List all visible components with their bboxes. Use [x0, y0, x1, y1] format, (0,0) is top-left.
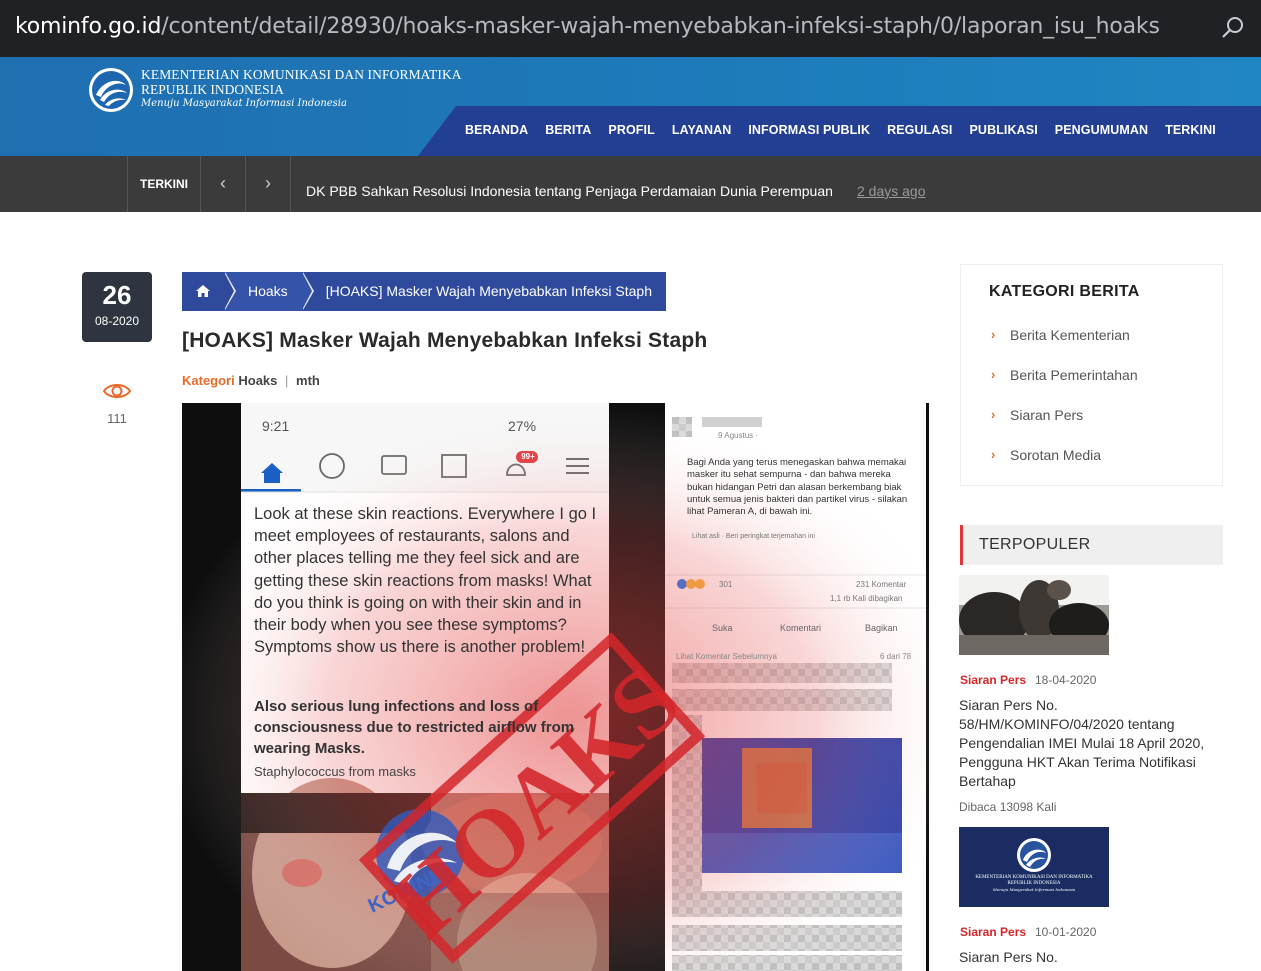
breadcrumb-arrow: [301, 272, 312, 310]
meta-separator: |: [285, 373, 289, 388]
nav-layanan[interactable]: LAYANAN: [672, 123, 732, 137]
nav-publikasi[interactable]: PUBLIKASI: [970, 123, 1038, 137]
eye-icon: [102, 384, 132, 398]
category-item-label: Siaran Pers: [1010, 407, 1084, 423]
ticker-prev-button[interactable]: ‹: [201, 156, 246, 212]
ticker-next-button[interactable]: ›: [246, 156, 291, 212]
breadcrumb-current-label: [HOAKS] Masker Wajah Menyebabkan Infeksi…: [325, 283, 652, 299]
chevron-right-icon: ›: [991, 447, 996, 462]
category-item-label: Berita Kementerian: [1010, 327, 1130, 343]
nav-profil[interactable]: PROFIL: [608, 123, 654, 137]
fb-date: 9 Agustus ·: [718, 431, 759, 440]
fb-comment-count: 231 Komentar: [856, 580, 907, 589]
chevron-right-icon: ›: [991, 327, 996, 342]
article-image[interactable]: KOMINFO HOAKS 9:21 27% 99+ Look at these…: [182, 403, 929, 971]
popular-image-2: [959, 827, 1109, 907]
notification-badge: 99+: [521, 452, 535, 461]
breadcrumb: Hoaks [HOAKS] Masker Wajah Menyebabkan I…: [182, 272, 666, 311]
popular-title: TERPOPULER: [979, 536, 1091, 553]
nav-informasi-publik[interactable]: INFORMASI PUBLIK: [748, 123, 870, 137]
article-day: 26: [102, 280, 132, 310]
fb-comment-button: Komentari: [780, 623, 822, 633]
view-count: 111: [107, 411, 127, 426]
breadcrumb-home[interactable]: [182, 272, 236, 311]
category-label: Kategori: [182, 373, 235, 388]
kominfo-logo-icon[interactable]: [88, 67, 134, 113]
popular-2-title[interactable]: Siaran Pers No.: [959, 948, 1221, 967]
article-title: [HOAKS] Masker Wajah Menyebabkan Infeksi…: [182, 329, 708, 352]
category-item-label: Berita Pemerintahan: [1010, 367, 1138, 383]
category-item-berita-kementerian[interactable]: › Berita Kementerian: [991, 327, 1138, 367]
ticker-time-ago: 2 days ago: [857, 183, 926, 199]
thumb-brand-line-1: KEMENTERIAN KOMUNIKASI DAN INFORMATIKA: [975, 875, 1093, 880]
category-title: KATEGORI BERITA: [989, 283, 1140, 300]
popular-2-date: 10-01-2020: [1035, 925, 1097, 939]
article-month-year: 08-2020: [94, 314, 140, 328]
brand-line-2: REPUBLIK INDONESIA: [141, 82, 284, 97]
chevron-right-icon: ›: [991, 407, 996, 422]
phone-status-time: 9:21: [262, 418, 290, 434]
popular-thumb-2[interactable]: KEMENTERIAN KOMUNIKASI DAN INFORMATIKA R…: [959, 827, 1109, 907]
ticker-label: TERKINI: [127, 156, 201, 212]
category-item-siaran-pers[interactable]: › Siaran Pers: [991, 407, 1138, 447]
nav-beranda[interactable]: BERANDA: [465, 123, 528, 137]
breadcrumb-current: [HOAKS] Masker Wajah Menyebabkan Infeksi…: [301, 272, 666, 311]
phone-battery: 27%: [508, 418, 537, 434]
ticker-headline[interactable]: DK PBB Sahkan Resolusi Indonesia tentang…: [306, 183, 833, 199]
brand-tagline: Menuju Masyarakat Informasi Indonesia: [141, 98, 347, 109]
popular-2-category[interactable]: Siaran Pers: [960, 925, 1026, 939]
article-meta: Kategori Hoaks | mth: [182, 373, 320, 388]
breadcrumb-hoaks-label: Hoaks: [248, 283, 288, 299]
category-item-berita-pemerintahan[interactable]: › Berita Pemerintahan: [991, 367, 1138, 407]
popular-1-category[interactable]: Siaran Pers: [960, 673, 1026, 687]
brand-line-1: KEMENTERIAN KOMUNIKASI DAN INFORMATIKA: [141, 67, 462, 82]
nav-regulasi[interactable]: REGULASI: [887, 123, 952, 137]
news-ticker: TERKINI ‹ › DK PBB Sahkan Resolusi Indon…: [0, 156, 1261, 212]
thumb-brand-line-2: REPUBLIK INDONESIA: [1007, 881, 1061, 886]
popular-1-date: 18-04-2020: [1035, 673, 1097, 687]
home-icon: [196, 285, 210, 297]
browser-url-bar[interactable]: kominfo.go.id/content/detail/28930/hoaks…: [0, 0, 1261, 57]
category-item-sorotan-media[interactable]: › Sorotan Media: [991, 447, 1138, 487]
post-text: Look at these skin reactions. Everywhere…: [254, 505, 597, 657]
url-text[interactable]: kominfo.go.id/content/detail/28930/hoaks…: [15, 14, 1160, 39]
thumb-tagline: Menuju Masyarakat Informasi Indonesia: [992, 887, 1076, 892]
popular-1-reads: Dibaca 13098 Kali: [959, 800, 1057, 814]
category-item-label: Sorotan Media: [1010, 447, 1102, 463]
category-box: KATEGORI BERITA › Berita Kementerian › Ber…: [960, 264, 1223, 486]
search-icon[interactable]: [1221, 16, 1245, 40]
fb-share-count: 1,1 rb Kali dibagikan: [830, 594, 903, 603]
chevron-right-icon: ›: [991, 367, 996, 382]
category-link[interactable]: Hoaks: [238, 373, 277, 388]
site-header: KEMENTERIAN KOMUNIKASI DAN INFORMATIKA R…: [0, 57, 1261, 156]
article-date-box: 26 08-2020: [82, 272, 152, 342]
fb-post-text: Bagi Anda yang terus menegaskan bahwa me…: [687, 457, 908, 518]
main-nav: BERANDA BERITA PROFIL LAYANAN INFORMASI …: [418, 106, 1261, 156]
fb-reaction-count: 301: [719, 580, 733, 589]
fb-previous-comments: Lihat Komentar Sebelumnya: [676, 652, 777, 661]
post-text-3: Staphylococcus from masks: [254, 764, 416, 779]
author: mth: [296, 373, 320, 388]
popular-header: TERPOPULER: [960, 525, 1223, 565]
fb-see-original: Lihat asli · Beri peringkat terjemahan i…: [692, 533, 815, 540]
nav-terkini[interactable]: TERKINI: [1165, 123, 1216, 137]
post-text-2: Also serious lung infections and loss of…: [254, 698, 575, 757]
popular-thumb-1[interactable]: [959, 575, 1109, 655]
fb-like-button: Suka: [712, 623, 733, 633]
fb-comment-page: 6 dari 78: [880, 652, 912, 661]
url-path: /content/detail/28930/hoaks-masker-wajah…: [161, 14, 1160, 39]
fb-share-button: Bagikan: [865, 623, 898, 633]
nav-berita[interactable]: BERITA: [545, 123, 591, 137]
breadcrumb-arrow: [224, 272, 234, 310]
nav-pengumuman[interactable]: PENGUMUMAN: [1055, 123, 1148, 137]
popular-1-title[interactable]: Siaran Pers No. 58/HM/KOMINFO/04/2020 te…: [959, 696, 1221, 791]
url-host: kominfo.go.id: [15, 14, 162, 39]
brand-text[interactable]: KEMENTERIAN KOMUNIKASI DAN INFORMATIKA R…: [141, 67, 462, 111]
popular-image-1: [959, 575, 1109, 655]
